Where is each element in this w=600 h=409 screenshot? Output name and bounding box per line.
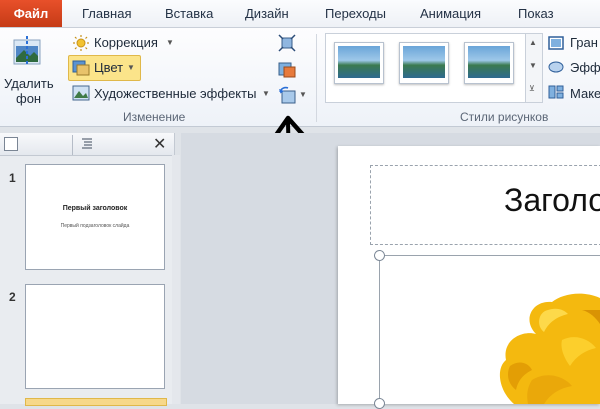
compress-pictures-icon[interactable] bbox=[278, 34, 296, 52]
gallery-up-icon[interactable]: ▲ bbox=[529, 38, 537, 47]
outline-tab-icon[interactable] bbox=[80, 136, 94, 150]
tab-design[interactable]: Дизайн bbox=[245, 0, 289, 27]
tab-insert[interactable]: Вставка bbox=[165, 0, 213, 27]
slide-number: 2 bbox=[9, 290, 16, 304]
gallery-more-icon[interactable]: ⊻ bbox=[529, 84, 535, 93]
picture-border-icon bbox=[548, 36, 564, 50]
reset-picture-icon[interactable] bbox=[278, 86, 296, 104]
picture-effects-icon bbox=[548, 60, 564, 74]
tab-home[interactable]: Главная bbox=[82, 0, 131, 27]
picture-layout-button[interactable]: Маке bbox=[570, 86, 600, 101]
slide-thumbnail-2[interactable] bbox=[25, 284, 165, 389]
slides-tab-icon[interactable] bbox=[4, 137, 18, 151]
tab-slideshow[interactable]: Показ слайдо bbox=[518, 0, 600, 48]
tab-transitions[interactable]: Переходы bbox=[325, 0, 386, 27]
group-separator bbox=[316, 34, 317, 122]
artistic-effects-button[interactable]: Художественные эффекты bbox=[94, 86, 256, 101]
corrections-button[interactable]: Коррекция bbox=[94, 35, 158, 50]
panel-tab-divider bbox=[72, 135, 73, 155]
adjust-group-label: Изменение bbox=[123, 110, 186, 124]
picture-style-2[interactable] bbox=[399, 42, 449, 84]
slide-thumb-subtitle: Первый подзаголовок слайда bbox=[60, 223, 130, 229]
corrections-chevron-down-icon[interactable]: ▼ bbox=[166, 38, 174, 47]
artistic-effects-icon bbox=[72, 85, 90, 101]
panel-scrollbar[interactable] bbox=[172, 155, 180, 404]
sun-icon bbox=[72, 35, 90, 51]
gallery-scrollbar[interactable]: ▲ ▼ ⊻ bbox=[525, 33, 543, 103]
tab-animation[interactable]: Анимация bbox=[420, 0, 481, 27]
color-label: Цвет bbox=[94, 60, 124, 75]
picture-border-button[interactable]: Гран bbox=[570, 35, 598, 50]
slide-number: 1 bbox=[9, 171, 16, 185]
tab-file[interactable]: Файл bbox=[0, 0, 62, 27]
remove-background-icon[interactable] bbox=[10, 34, 46, 68]
slide-thumbnail-3-selected[interactable] bbox=[25, 398, 167, 406]
remove-background-label[interactable]: Удалить bbox=[4, 76, 54, 91]
picture-effects-button[interactable]: Эфф bbox=[570, 60, 600, 75]
gallery-down-icon[interactable]: ▼ bbox=[529, 61, 537, 70]
artistic-effects-chevron-down-icon[interactable]: ▼ bbox=[262, 89, 270, 98]
resize-handle[interactable] bbox=[374, 250, 385, 261]
picture-layout-icon bbox=[548, 85, 564, 99]
close-panel-icon[interactable]: ✕ bbox=[153, 134, 166, 154]
picture-style-3[interactable] bbox=[464, 42, 514, 84]
picture-style-1[interactable] bbox=[334, 42, 384, 84]
slide-thumbnail-1[interactable]: Первый заголовок Первый подзаголовок сла… bbox=[25, 164, 165, 270]
reset-picture-chevron-down-icon[interactable]: ▼ bbox=[299, 90, 307, 99]
color-chevron-down-icon: ▼ bbox=[127, 63, 135, 72]
remove-background-label-line2[interactable]: фон bbox=[16, 91, 41, 106]
change-picture-icon[interactable] bbox=[278, 60, 296, 78]
slide-title-text[interactable]: Заголо bbox=[504, 182, 600, 219]
picture-styles-group-label: Стили рисунков bbox=[460, 110, 549, 124]
slide-thumb-title: Первый заголовок bbox=[62, 205, 128, 212]
flower-image[interactable] bbox=[492, 290, 600, 404]
color-icon bbox=[72, 58, 90, 76]
